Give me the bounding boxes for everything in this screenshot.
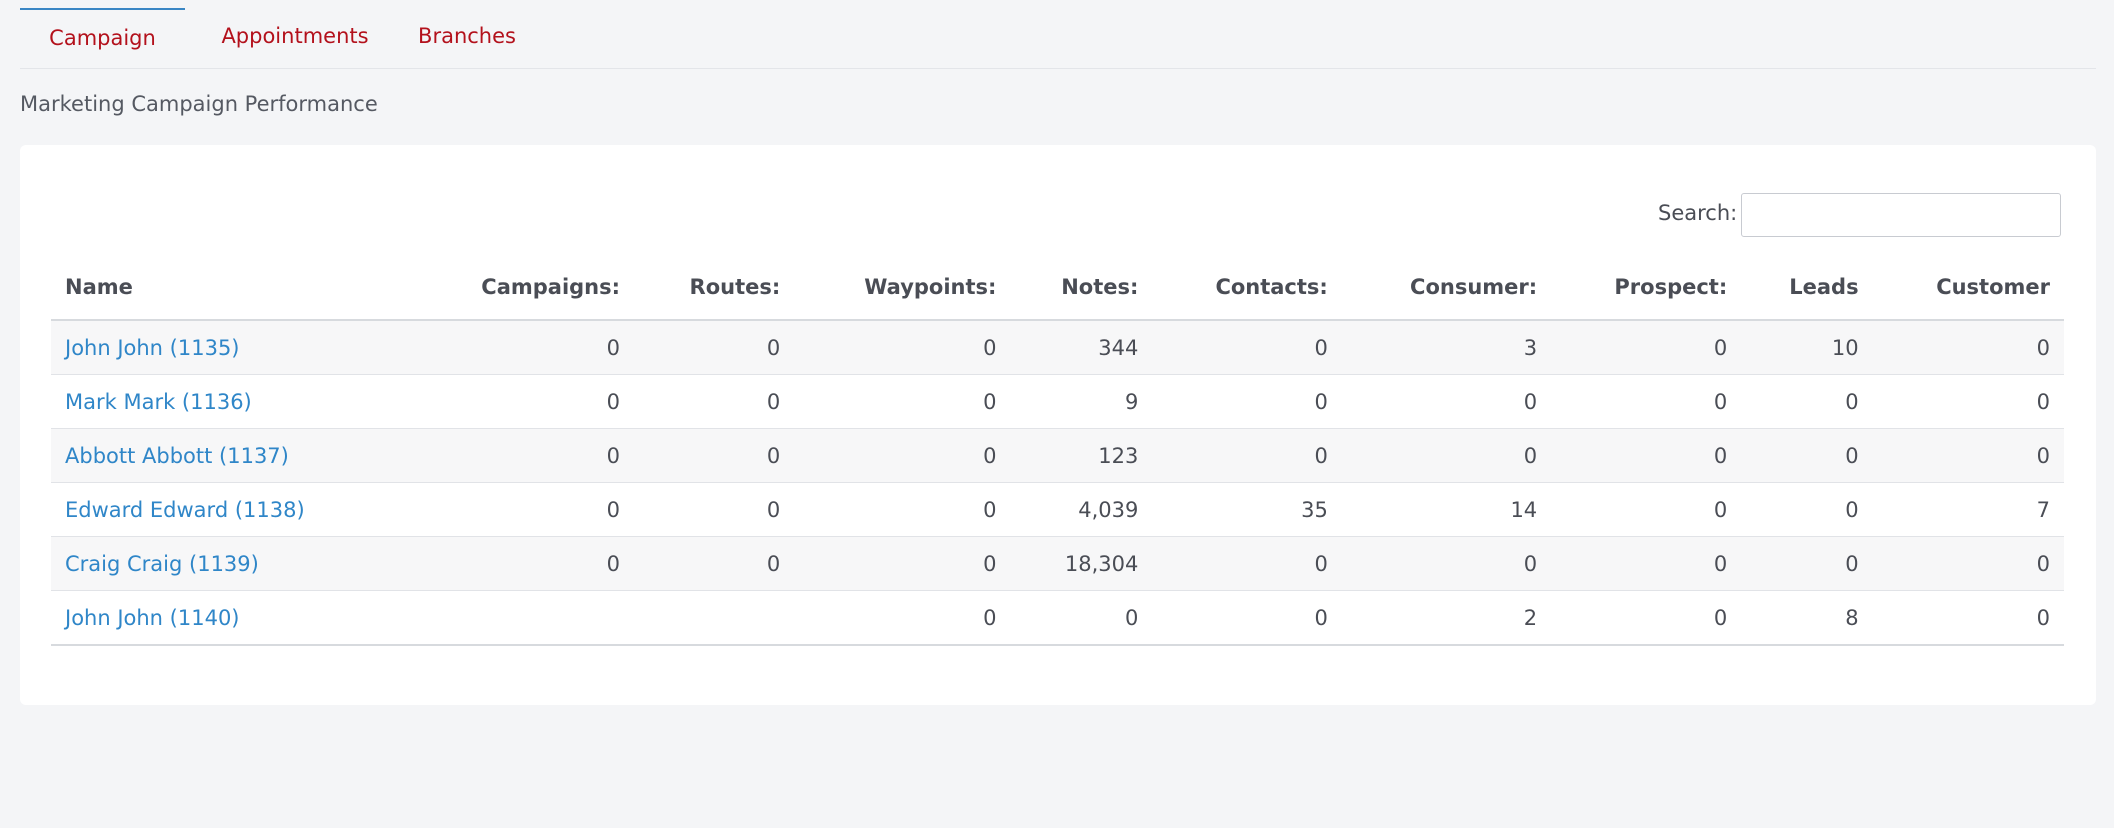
- user-link[interactable]: John John (1140): [65, 606, 240, 630]
- campaigns-cell: 0: [409, 428, 635, 483]
- customer-cell: 0: [1872, 590, 2064, 646]
- consumer-cell: 0: [1341, 536, 1552, 591]
- notes-cell: 0: [1010, 590, 1153, 646]
- customer-cell: 0: [1872, 319, 2064, 375]
- contacts-cell: 35: [1152, 482, 1342, 537]
- routes-cell: 0: [634, 374, 795, 429]
- user-link[interactable]: Edward Edward (1138): [65, 498, 305, 522]
- routes-cell: 0: [634, 536, 795, 591]
- campaigns-cell: 0: [409, 482, 635, 537]
- waypoints-cell: 0: [794, 374, 1011, 429]
- column-header-consumer[interactable]: Consumer:: [1341, 255, 1552, 321]
- waypoints-cell: 0: [794, 482, 1011, 537]
- column-header-campaigns[interactable]: Campaigns:: [409, 255, 635, 321]
- routes-cell: 0: [634, 319, 795, 375]
- column-header-waypoints[interactable]: Waypoints:: [794, 255, 1011, 321]
- table-header-row: Name Campaigns: Routes: Waypoints: Notes…: [51, 255, 2064, 321]
- table-row: Craig Craig (1139) 0 0 0 18,304 0 0 0 0 …: [51, 536, 2064, 591]
- table-panel: Search: Name Campaigns: Routes: Waypoint…: [20, 145, 2096, 705]
- consumer-cell: 2: [1341, 590, 1552, 646]
- column-header-leads[interactable]: Leads: [1741, 255, 1873, 321]
- name-cell: John John (1135): [51, 319, 409, 375]
- tab-branches[interactable]: Branches: [413, 8, 521, 66]
- prospect-cell: 0: [1551, 428, 1742, 483]
- contacts-cell: 0: [1152, 536, 1342, 591]
- campaigns-cell: [409, 590, 635, 646]
- consumer-cell: 0: [1341, 428, 1552, 483]
- column-header-routes[interactable]: Routes:: [634, 255, 795, 321]
- prospect-cell: 0: [1551, 536, 1742, 591]
- leads-cell: 0: [1741, 482, 1873, 537]
- tab-appointments[interactable]: Appointments: [212, 8, 378, 66]
- notes-cell: 344: [1010, 319, 1153, 375]
- column-header-prospect[interactable]: Prospect:: [1551, 255, 1742, 321]
- name-cell: Craig Craig (1139): [51, 536, 409, 591]
- leads-cell: 0: [1741, 536, 1873, 591]
- table-row: John John (1135) 0 0 0 344 0 3 0 10 0: [51, 319, 2064, 375]
- prospect-cell: 0: [1551, 374, 1742, 429]
- contacts-cell: 0: [1152, 428, 1342, 483]
- name-cell: Edward Edward (1138): [51, 482, 409, 537]
- tab-bar: Campaign Appointments Branches: [20, 8, 2096, 69]
- customer-cell: 7: [1872, 482, 2064, 537]
- prospect-cell: 0: [1551, 319, 1742, 375]
- waypoints-cell: 0: [794, 536, 1011, 591]
- notes-cell: 123: [1010, 428, 1153, 483]
- user-link[interactable]: Craig Craig (1139): [65, 552, 259, 576]
- page-subtitle: Marketing Campaign Performance: [20, 92, 378, 116]
- consumer-cell: 0: [1341, 374, 1552, 429]
- routes-cell: 0: [634, 428, 795, 483]
- campaign-table: Name Campaigns: Routes: Waypoints: Notes…: [51, 255, 2064, 646]
- notes-cell: 9: [1010, 374, 1153, 429]
- customer-cell: 0: [1872, 374, 2064, 429]
- campaigns-cell: 0: [409, 536, 635, 591]
- tab-campaign[interactable]: Campaign: [20, 8, 185, 68]
- search-input[interactable]: [1741, 193, 2061, 237]
- waypoints-cell: 0: [794, 319, 1011, 375]
- prospect-cell: 0: [1551, 590, 1742, 646]
- contacts-cell: 0: [1152, 319, 1342, 375]
- consumer-cell: 14: [1341, 482, 1552, 537]
- table-row: Edward Edward (1138) 0 0 0 4,039 35 14 0…: [51, 482, 2064, 537]
- leads-cell: 8: [1741, 590, 1873, 646]
- table-row: John John (1140) 0 0 0 2 0 8 0: [51, 590, 2064, 646]
- waypoints-cell: 0: [794, 590, 1011, 646]
- table-row: Abbott Abbott (1137) 0 0 0 123 0 0 0 0 0: [51, 428, 2064, 483]
- leads-cell: 10: [1741, 319, 1873, 375]
- notes-cell: 4,039: [1010, 482, 1153, 537]
- column-header-contacts[interactable]: Contacts:: [1152, 255, 1342, 321]
- campaigns-cell: 0: [409, 374, 635, 429]
- routes-cell: [634, 590, 795, 646]
- leads-cell: 0: [1741, 428, 1873, 483]
- table-row: Mark Mark (1136) 0 0 0 9 0 0 0 0 0: [51, 374, 2064, 429]
- column-header-notes[interactable]: Notes:: [1010, 255, 1153, 321]
- customer-cell: 0: [1872, 536, 2064, 591]
- column-header-customer[interactable]: Customer: [1872, 255, 2064, 321]
- contacts-cell: 0: [1152, 590, 1342, 646]
- user-link[interactable]: Abbott Abbott (1137): [65, 444, 289, 468]
- customer-cell: 0: [1872, 428, 2064, 483]
- search-label: Search:: [1658, 201, 1738, 225]
- notes-cell: 18,304: [1010, 536, 1153, 591]
- user-link[interactable]: John John (1135): [65, 336, 240, 360]
- consumer-cell: 3: [1341, 319, 1552, 375]
- name-cell: Abbott Abbott (1137): [51, 428, 409, 483]
- campaigns-cell: 0: [409, 319, 635, 375]
- column-header-name[interactable]: Name: [51, 255, 409, 321]
- prospect-cell: 0: [1551, 482, 1742, 537]
- routes-cell: 0: [634, 482, 795, 537]
- contacts-cell: 0: [1152, 374, 1342, 429]
- leads-cell: 0: [1741, 374, 1873, 429]
- waypoints-cell: 0: [794, 428, 1011, 483]
- name-cell: Mark Mark (1136): [51, 374, 409, 429]
- name-cell: John John (1140): [51, 590, 409, 646]
- user-link[interactable]: Mark Mark (1136): [65, 390, 252, 414]
